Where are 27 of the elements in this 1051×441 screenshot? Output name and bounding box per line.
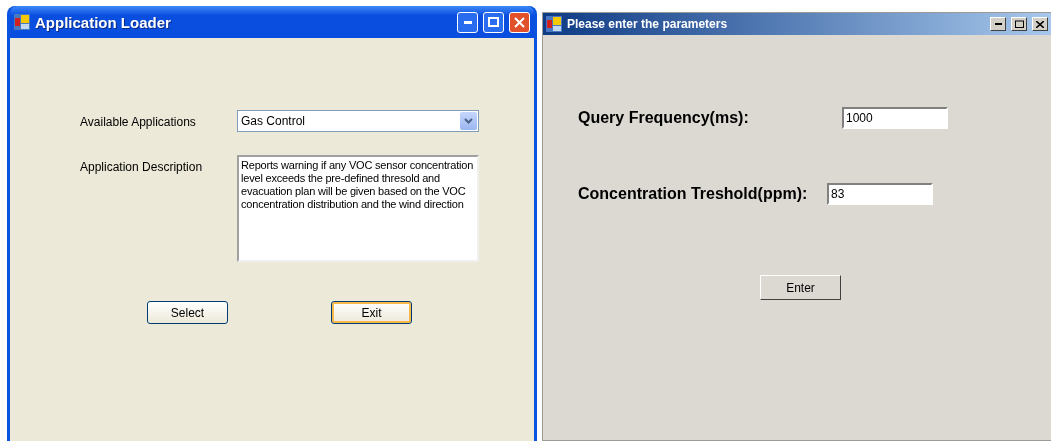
input-field[interactable]: 83	[827, 183, 933, 205]
description-textbox[interactable]: Reports warning if any VOC sensor concentration level exceeds the pre-defined thresold and evacuation plan will be given based on the VOC concentration distribution and the wind direction	[237, 155, 479, 262]
application-dropdown[interactable]: Gas Control	[237, 110, 479, 132]
input-field[interactable]: 1000	[842, 107, 948, 129]
action-button[interactable]: Select	[147, 301, 228, 324]
app-icon	[546, 16, 562, 32]
chevron-down-icon	[464, 118, 473, 124]
minimize-icon	[994, 23, 1002, 25]
field-label: Concentration Treshold(ppm):	[578, 184, 809, 203]
close-icon	[1036, 20, 1044, 28]
minimize-icon	[463, 20, 472, 24]
app-icon	[14, 14, 30, 30]
dropdown-button[interactable]	[460, 112, 477, 130]
maximize-button[interactable]	[1011, 17, 1027, 31]
window-title: Please enter the parameters	[567, 17, 729, 31]
maximize-icon	[488, 17, 499, 27]
close-icon	[514, 16, 525, 28]
field-label: Available Applications	[80, 114, 197, 129]
dropdown-value: Gas Control	[241, 114, 307, 128]
maximize-icon	[1014, 20, 1024, 28]
window-title: Application Loader	[35, 13, 172, 31]
minimize-button[interactable]	[990, 17, 1006, 31]
close-button[interactable]	[1032, 17, 1048, 31]
field-label: Query Frequency(ms):	[578, 108, 750, 127]
action-button[interactable]: Enter	[760, 275, 841, 300]
field-label: Application Description	[80, 159, 204, 174]
action-button[interactable]: Exit	[331, 301, 412, 324]
